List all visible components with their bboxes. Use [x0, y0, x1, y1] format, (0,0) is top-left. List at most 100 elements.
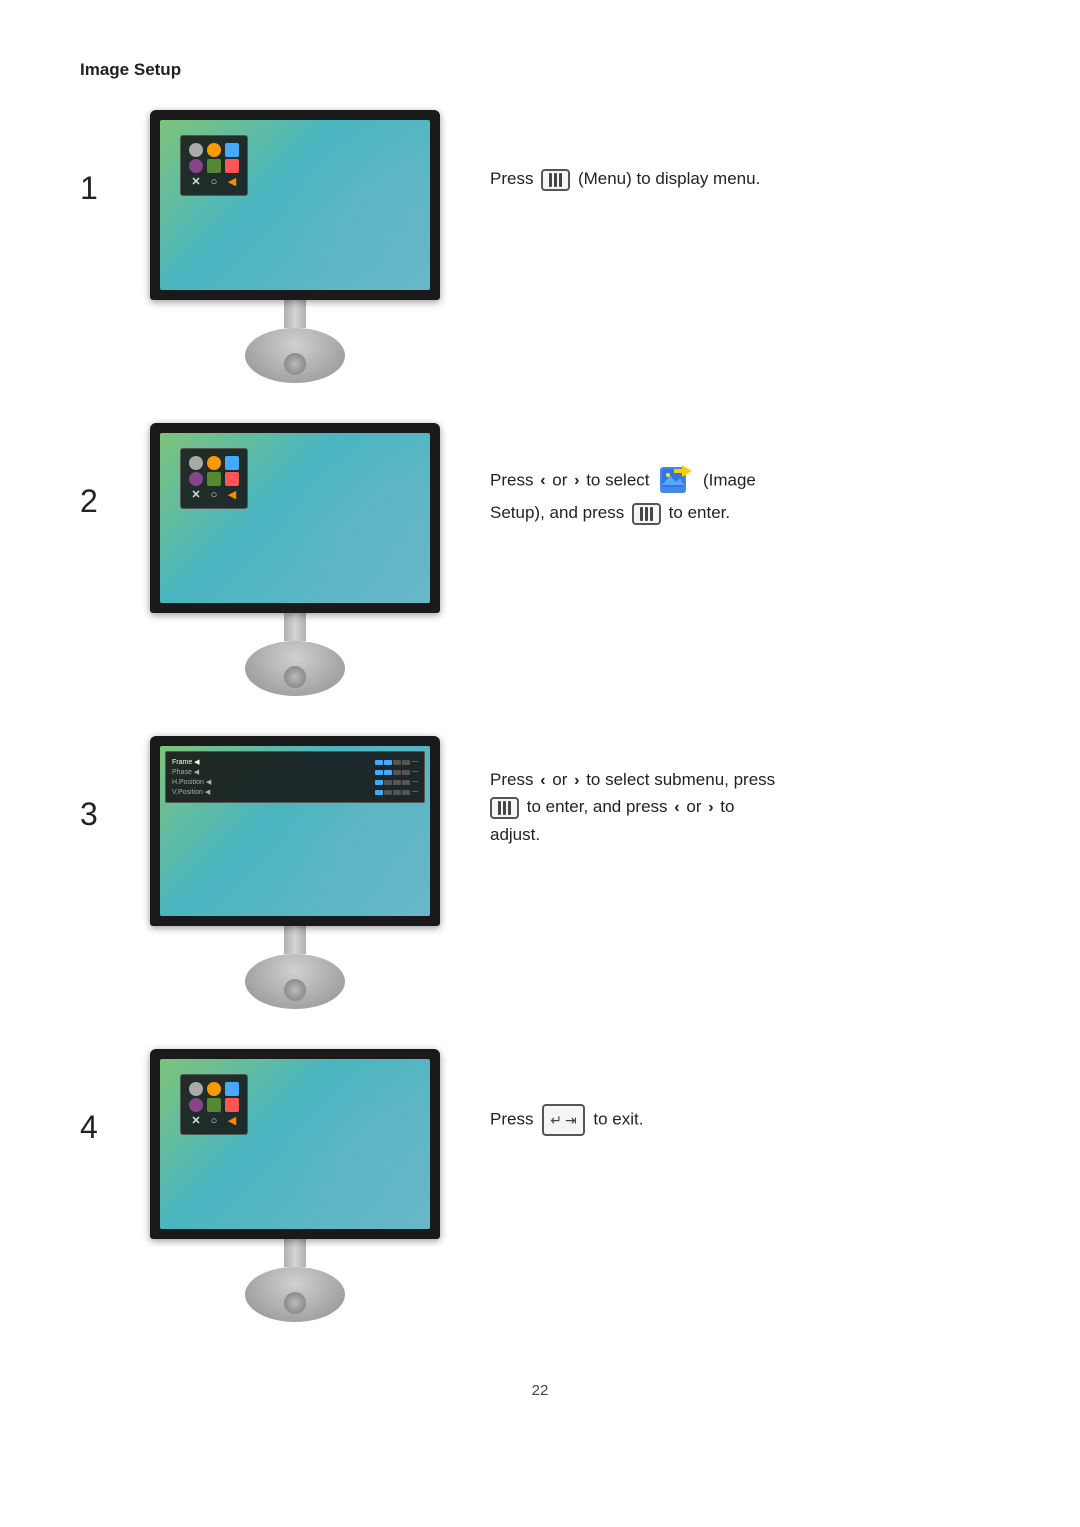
menu-overlay-4: ✕ ○ ◀: [180, 1074, 248, 1135]
monitor-base-handle-3: [284, 979, 306, 1001]
menu-icon-c4: [189, 1098, 203, 1112]
seg8: [402, 770, 410, 775]
seg-value-2: —: [412, 769, 418, 775]
monitor-screen-4: ✕ ○ ◀: [160, 1059, 430, 1229]
screen-swirl-1: [282, 120, 431, 290]
seg3: [393, 760, 401, 765]
submenu-row-4: V.Position ◀ —: [172, 788, 418, 796]
monitor-screen-1: ✕ ○ ◀: [160, 120, 430, 290]
step-1-number: 1: [80, 110, 140, 207]
monitor-bezel-3: Frame ◀ — Phase ◀: [150, 736, 440, 926]
bar3: [559, 173, 562, 187]
seg15: [393, 790, 401, 795]
step-4-instruction: Press ↵ ⇥ to exit.: [490, 1049, 1000, 1136]
menu-icon-e4: [225, 1098, 239, 1112]
screen-swirl-2: [282, 433, 431, 603]
menu-icon-3: [207, 159, 221, 173]
seg4: [402, 760, 410, 765]
submenu-bar-3: —: [375, 779, 418, 785]
seg1: [375, 760, 383, 765]
monitor-base-handle-1: [284, 353, 306, 375]
seg13: [375, 790, 383, 795]
submenu-bar-1: —: [375, 759, 418, 765]
step2-or: or: [552, 470, 567, 489]
exit-arrow-left: ↵: [550, 1109, 562, 1131]
menu-icon-d2: [207, 472, 221, 486]
step-1-row: 1: [80, 110, 1000, 383]
step-4-number: 4: [80, 1049, 140, 1146]
step4-press: Press: [490, 1110, 533, 1129]
exit-button: ↵ ⇥: [542, 1104, 584, 1136]
step-3-monitor: Frame ◀ — Phase ◀: [140, 736, 450, 1009]
step4-exit-label: to exit.: [593, 1110, 643, 1129]
submenu-label-3: H.Position ◀: [172, 778, 211, 786]
step1-press: Press: [490, 169, 533, 188]
seg10: [384, 780, 392, 785]
seg-value-4: —: [412, 789, 418, 795]
step3-submenu: to select submenu, press: [586, 770, 775, 789]
step-3-row: 3 Frame ◀ —: [80, 736, 1000, 1009]
bar2-3: [650, 507, 653, 521]
submenu-label-4: V.Position ◀: [172, 788, 210, 796]
menu-arrow-2: ◀: [225, 488, 239, 501]
step1-menu-label: (Menu) to display menu.: [578, 169, 760, 188]
menu-button-1: [541, 169, 570, 191]
monitor-bezel-1: ✕ ○ ◀: [150, 110, 440, 300]
seg7: [393, 770, 401, 775]
step2-to-select: to select: [586, 470, 649, 489]
step3-to: to: [720, 797, 734, 816]
menu-icon-gear-2: [189, 456, 203, 470]
step2-image-label: (Image: [703, 470, 756, 489]
menu-icon-face-4: [207, 1082, 221, 1096]
monitor-4: ✕ ○ ◀: [140, 1049, 450, 1322]
monitor-1: ✕ ○ ◀: [140, 110, 450, 383]
step-3-number: 3: [80, 736, 140, 833]
step3-chevron-right1: ›: [574, 768, 579, 794]
step2-press: Press: [490, 470, 533, 489]
seg9: [375, 780, 383, 785]
submenu-label-2: Phase ◀: [172, 768, 199, 776]
menu-icon-gear-1: [189, 143, 203, 157]
seg11: [393, 780, 401, 785]
step-2-instruction: Press ‹ or › to select (Image Setup), an…: [490, 423, 1000, 526]
step2-setup-label: Setup), and press: [490, 503, 624, 522]
submenu-label-1: Frame ◀: [172, 758, 200, 766]
menu-icon-b2: [225, 456, 239, 470]
exit-arrow-right: ⇥: [565, 1109, 577, 1131]
seg-value-3: —: [412, 779, 418, 785]
monitor-neck-1: [284, 300, 306, 328]
step-2-monitor: ✕ ○ ◀: [140, 423, 450, 696]
menu-icon-b4: [225, 1082, 239, 1096]
monitor-base-1: [245, 328, 345, 383]
menu-arrow-1: ◀: [225, 175, 239, 188]
step2-chevron-right: ›: [574, 468, 579, 494]
seg6: [384, 770, 392, 775]
seg5: [375, 770, 383, 775]
page-number: 22: [80, 1382, 1000, 1399]
page-title: Image Setup: [80, 60, 1000, 80]
menu-x-4: ✕: [189, 1114, 203, 1127]
step3-chevron-left1: ‹: [540, 768, 545, 794]
menu-x-1: ✕: [189, 175, 203, 188]
seg14: [384, 790, 392, 795]
step-2-number: 2: [80, 423, 140, 520]
monitor-neck-4: [284, 1239, 306, 1267]
bar2-1: [640, 507, 643, 521]
step3-enter: to enter, and press: [527, 797, 668, 816]
monitor-bezel-2: ✕ ○ ◀: [150, 423, 440, 613]
monitor-bezel-4: ✕ ○ ◀: [150, 1049, 440, 1239]
monitor-2: ✕ ○ ◀: [140, 423, 450, 696]
step-2-row: 2: [80, 423, 1000, 696]
menu-o-2: ○: [207, 489, 221, 501]
submenu-row-1: Frame ◀ —: [172, 758, 418, 766]
step-4-monitor: ✕ ○ ◀: [140, 1049, 450, 1322]
bar3-3: [508, 801, 511, 815]
seg-value-1: —: [412, 759, 418, 765]
image-setup-icon: [658, 463, 694, 499]
step-4-row: 4: [80, 1049, 1000, 1322]
seg2: [384, 760, 392, 765]
menu-icon-2: [189, 159, 203, 173]
menu-icon-d4: [207, 1098, 221, 1112]
monitor-base-2: [245, 641, 345, 696]
submenu-row-3: H.Position ◀ —: [172, 778, 418, 786]
